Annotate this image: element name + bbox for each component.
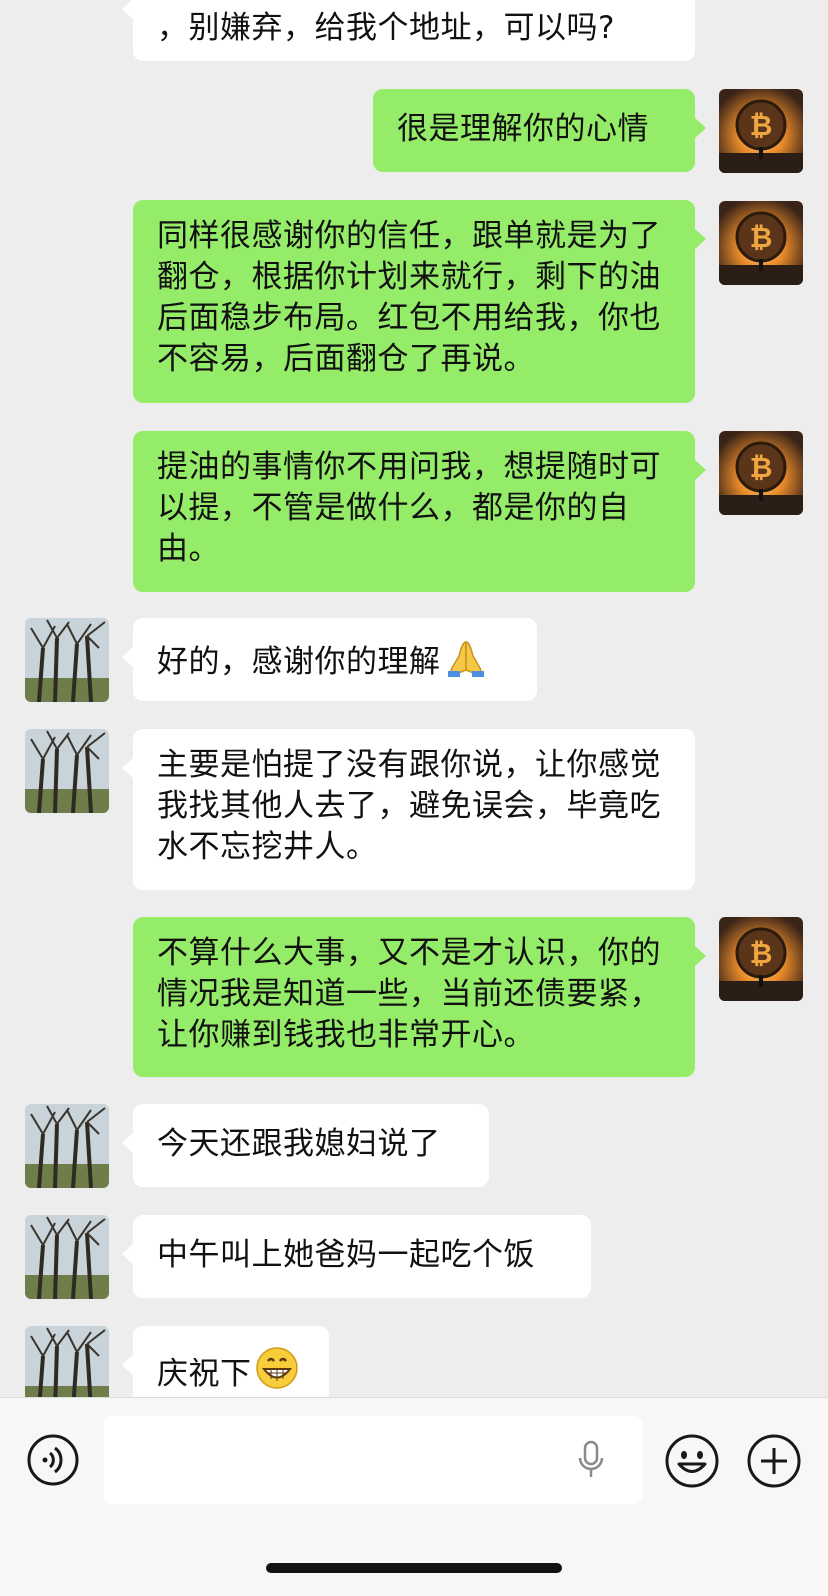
message-bubble-outgoing[interactable]: 同样很感谢你的信任，跟单就是为了翻仓，根据你计划来就行，剩下的油后面稳步布局。红…	[133, 200, 706, 403]
message-text: 主要是怕提了没有跟你说，让你感觉我找其他人去了，避免误会，毕竟吃水不忘挖井人。	[157, 747, 661, 865]
tree-photo-avatar-icon	[25, 729, 109, 813]
tree-photo-avatar-icon	[25, 1215, 109, 1299]
grinning-face-icon	[255, 1346, 299, 1397]
message-text: 庆祝下	[157, 1356, 252, 1392]
svg-text:₿: ₿	[750, 451, 773, 484]
plus-icon[interactable]	[746, 1433, 802, 1493]
svg-text:₿: ₿	[750, 109, 773, 142]
contact-avatar[interactable]	[25, 1326, 109, 1397]
message-bubble-outgoing[interactable]: 提油的事情你不用问我，想提随时可以提，不管是做什么，都是你的自由。	[133, 431, 706, 592]
voice-icon[interactable]	[26, 1433, 80, 1491]
message-text: 同样很感谢你的信任，跟单就是为了翻仓，根据你计划来就行，剩下的油后面稳步布局。红…	[157, 218, 661, 377]
message-text: 提油的事情你不用问我，想提随时可以提，不管是做什么，都是你的自由。	[157, 449, 661, 567]
message-bubble-incoming[interactable]: 庆祝下	[122, 1326, 329, 1397]
message-text: 今天还跟我媳妇说了	[157, 1126, 441, 1162]
bitcoin-sunset-avatar-icon: ₿	[719, 917, 803, 1001]
message-text: 很是理解你的心情	[397, 111, 649, 147]
message-input[interactable]	[104, 1416, 642, 1504]
svg-text:₿: ₿	[750, 937, 773, 970]
message-text: ，别嫌弃，给我个地址，可以吗?	[157, 10, 615, 46]
message-bubble-outgoing[interactable]: 不算什么大事，又不是才认识，你的情况我是知道一些，当前还债要紧，让你赚到钱我也非…	[133, 917, 706, 1077]
message-bubble-incoming[interactable]: 今天还跟我媳妇说了	[122, 1104, 489, 1187]
contact-avatar[interactable]	[25, 729, 109, 813]
message-bubble-incoming[interactable]: 中午叫上她爸妈一起吃个饭	[122, 1215, 591, 1298]
home-indicator[interactable]	[266, 1563, 562, 1573]
bitcoin-sunset-avatar-icon: ₿	[719, 201, 803, 285]
contact-avatar[interactable]	[25, 618, 109, 702]
tree-photo-avatar-icon	[25, 1326, 109, 1397]
self-avatar[interactable]: ₿	[719, 917, 803, 1001]
message-text: 不算什么大事，又不是才认识，你的情况我是知道一些，当前还债要紧，让你赚到钱我也非…	[157, 935, 661, 1053]
self-avatar[interactable]: ₿	[719, 431, 803, 515]
self-avatar[interactable]: ₿	[719, 89, 803, 173]
message-bubble-incoming[interactable]: ，别嫌弃，给我个地址，可以吗?	[122, 0, 695, 61]
contact-avatar[interactable]	[25, 1215, 109, 1299]
message-text: 中午叫上她爸妈一起吃个饭	[157, 1237, 535, 1273]
folded-hands-icon	[444, 638, 488, 689]
tree-photo-avatar-icon	[25, 618, 109, 702]
chat-message-list[interactable]: ，别嫌弃，给我个地址，可以吗? 很是理解你的心情 ₿ 同样很感谢你的信任，跟单就…	[0, 0, 828, 1397]
message-bubble-incoming[interactable]: 好的，感谢你的理解	[122, 618, 537, 701]
message-text: 好的，感谢你的理解	[157, 644, 441, 680]
svg-text:₿: ₿	[750, 221, 773, 254]
tree-photo-avatar-icon	[25, 1104, 109, 1188]
emoji-face-icon[interactable]	[664, 1433, 720, 1493]
self-avatar[interactable]: ₿	[719, 201, 803, 285]
contact-avatar[interactable]	[25, 1104, 109, 1188]
bitcoin-sunset-avatar-icon: ₿	[719, 431, 803, 515]
message-bubble-outgoing[interactable]: 很是理解你的心情	[373, 89, 706, 172]
bitcoin-sunset-avatar-icon: ₿	[719, 89, 803, 173]
message-bubble-incoming[interactable]: 主要是怕提了没有跟你说，让你感觉我找其他人去了，避免误会，毕竟吃水不忘挖井人。	[122, 729, 695, 890]
microphone-icon[interactable]	[576, 1440, 606, 1484]
